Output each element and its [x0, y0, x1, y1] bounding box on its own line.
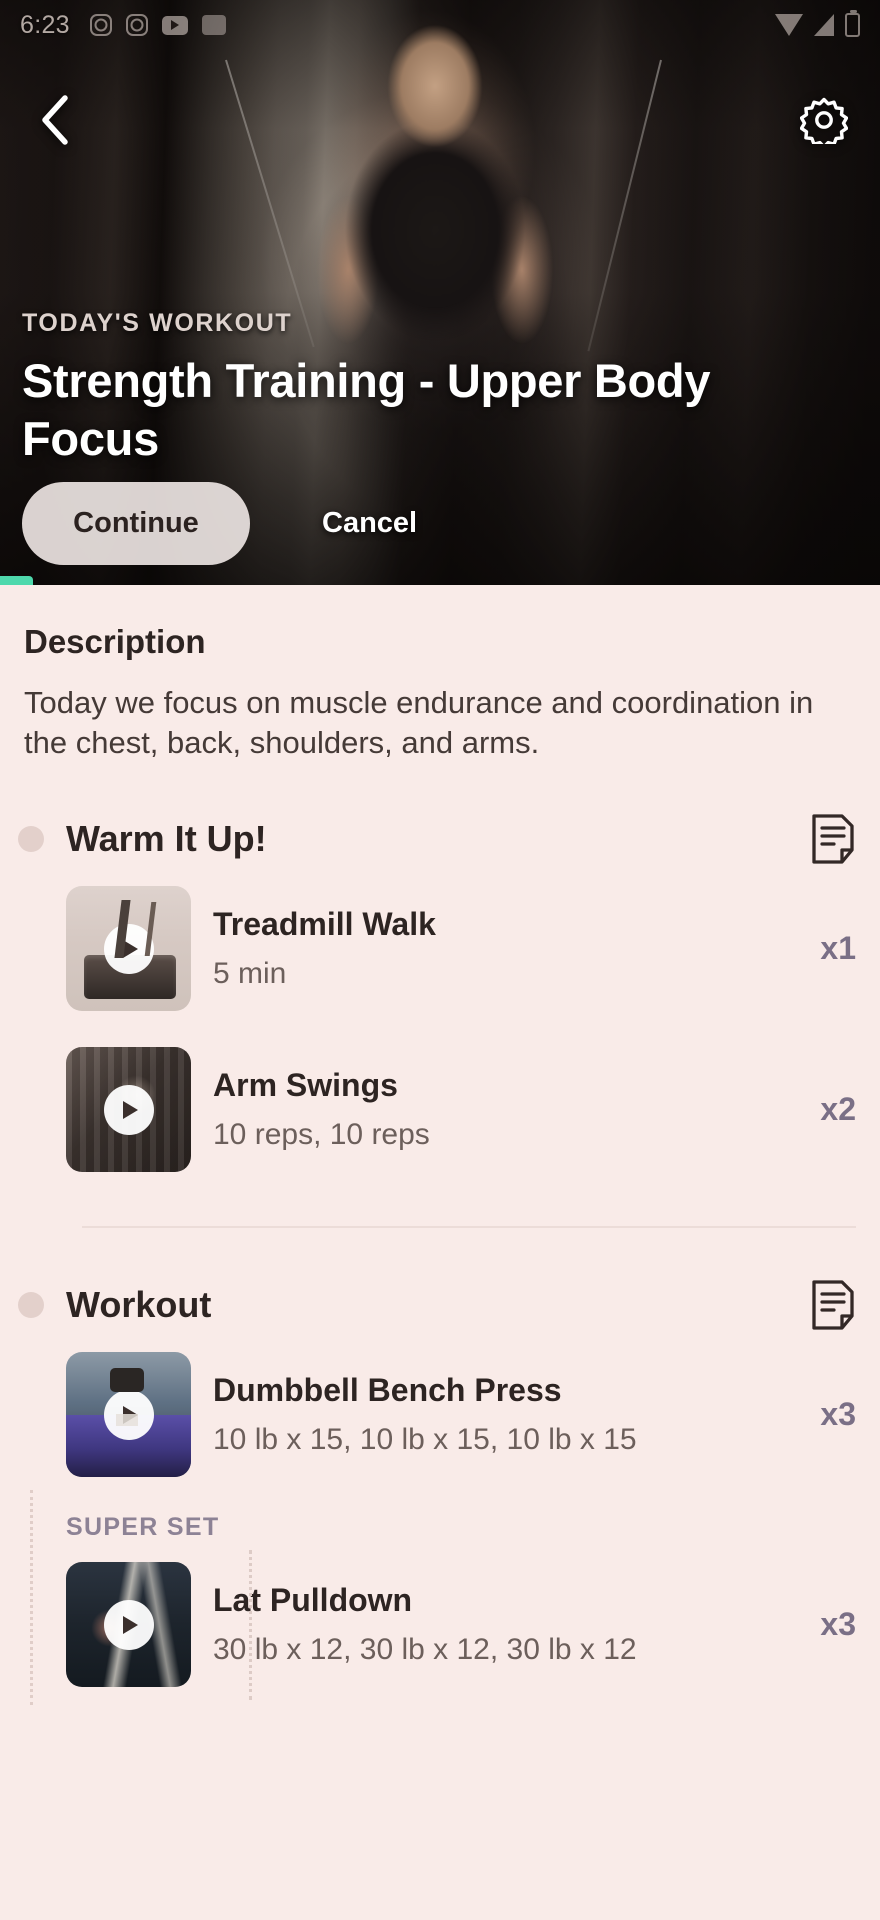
- exercise-row[interactable]: Dumbbell Bench Press 10 lb x 15, 10 lb x…: [0, 1334, 880, 1495]
- hero-eyebrow: TODAY'S WORKOUT: [22, 309, 293, 338]
- status-bar-system-icons: [775, 10, 860, 37]
- section-header: Workout: [0, 1276, 880, 1334]
- exercise-name: Lat Pulldown: [213, 1582, 413, 1619]
- exercise-row[interactable]: Arm Swings 10 reps, 10 reps x2: [0, 1029, 880, 1190]
- back-chevron-icon: [42, 95, 68, 145]
- workout-detail-content: Description Today we focus on muscle end…: [0, 585, 880, 1706]
- youtube-icon: [161, 15, 188, 35]
- exercise-info: Lat Pulldown 30 lb x 12, 30 lb x 12, 30 …: [213, 1582, 784, 1667]
- exercise-detail: 10 reps, 10 reps: [213, 1118, 430, 1152]
- exercise-info: Dumbbell Bench Press 10 lb x 15, 10 lb x…: [213, 1372, 784, 1457]
- continue-button[interactable]: Continue: [22, 482, 250, 565]
- exercise-detail: 30 lb x 12, 30 lb x 12, 30 lb x 12: [213, 1633, 637, 1667]
- exercise-info: Arm Swings 10 reps, 10 reps: [213, 1067, 784, 1152]
- timeline-dot: [18, 1292, 44, 1319]
- hero-navigation: [0, 85, 880, 155]
- description-text: Today we focus on muscle endurance and c…: [24, 685, 814, 760]
- description-block: Description Today we focus on muscle end…: [0, 585, 880, 762]
- instagram-icon: [89, 14, 112, 36]
- gear-icon: [800, 97, 848, 144]
- cancel-button[interactable]: Cancel: [322, 507, 417, 540]
- exercise-detail: 5 min: [213, 957, 287, 991]
- signal-icon: [814, 14, 834, 36]
- section-divider: [82, 1226, 856, 1229]
- exercise-set-count: x3: [820, 1396, 856, 1433]
- play-icon[interactable]: [103, 1389, 154, 1440]
- play-icon[interactable]: [103, 1084, 154, 1135]
- exercise-name: Dumbbell Bench Press: [213, 1372, 562, 1409]
- exercise-row[interactable]: Treadmill Walk 5 min x1: [0, 868, 880, 1029]
- exercise-thumbnail[interactable]: [66, 1352, 191, 1478]
- play-icon[interactable]: [103, 1599, 154, 1650]
- workout-progress-indicator: [0, 576, 33, 585]
- status-bar: 6:23: [0, 0, 880, 50]
- instagram-icon: [125, 14, 148, 36]
- exercise-name: Arm Swings: [213, 1067, 398, 1104]
- exercise-info: Treadmill Walk 5 min: [213, 906, 784, 991]
- section-workout: Workout Dumbbell Bench Press 10 lb x 15,…: [0, 1276, 880, 1705]
- hero-action-buttons: Continue Cancel: [22, 482, 417, 565]
- superset-label: SUPER SET: [66, 1513, 220, 1542]
- wifi-icon: [775, 14, 803, 36]
- section-title: Warm It Up!: [66, 818, 267, 860]
- section-header: Warm It Up!: [0, 810, 880, 868]
- note-icon[interactable]: [810, 1279, 856, 1331]
- status-bar-notification-icons: [89, 14, 226, 36]
- status-bar-time: 6:23: [20, 10, 70, 39]
- settings-button[interactable]: [796, 92, 852, 148]
- exercise-set-count: x3: [820, 1606, 856, 1643]
- section-title: Workout: [66, 1284, 212, 1326]
- timeline-dot: [18, 826, 44, 853]
- hero-text-block: TODAY'S WORKOUT Strength Training - Uppe…: [22, 309, 858, 467]
- exercise-detail: 10 lb x 15, 10 lb x 15, 10 lb x 15: [213, 1423, 637, 1457]
- exercise-thumbnail[interactable]: [66, 886, 191, 1012]
- play-icon[interactable]: [103, 923, 154, 974]
- section-warm-up: Warm It Up! Treadmill Walk 5 min x1 Arm …: [0, 810, 880, 1229]
- exercise-set-count: x2: [820, 1091, 856, 1128]
- back-button[interactable]: [28, 93, 82, 147]
- app-icon: [201, 15, 226, 35]
- hero-banner: 6:23 TODAY'S WORKOUT Strength Training -…: [0, 0, 880, 585]
- description-heading: Description: [24, 623, 206, 660]
- exercise-name: Treadmill Walk: [213, 906, 436, 943]
- exercise-thumbnail[interactable]: [66, 1047, 191, 1173]
- exercise-row[interactable]: Lat Pulldown 30 lb x 12, 30 lb x 12, 30 …: [0, 1544, 880, 1705]
- note-icon[interactable]: [810, 813, 856, 865]
- battery-icon: [845, 10, 860, 37]
- exercise-set-count: x1: [820, 930, 856, 967]
- exercise-thumbnail[interactable]: [66, 1562, 191, 1688]
- page-title: Strength Training - Upper Body Focus: [22, 354, 711, 465]
- superset-connector: [249, 1550, 252, 1701]
